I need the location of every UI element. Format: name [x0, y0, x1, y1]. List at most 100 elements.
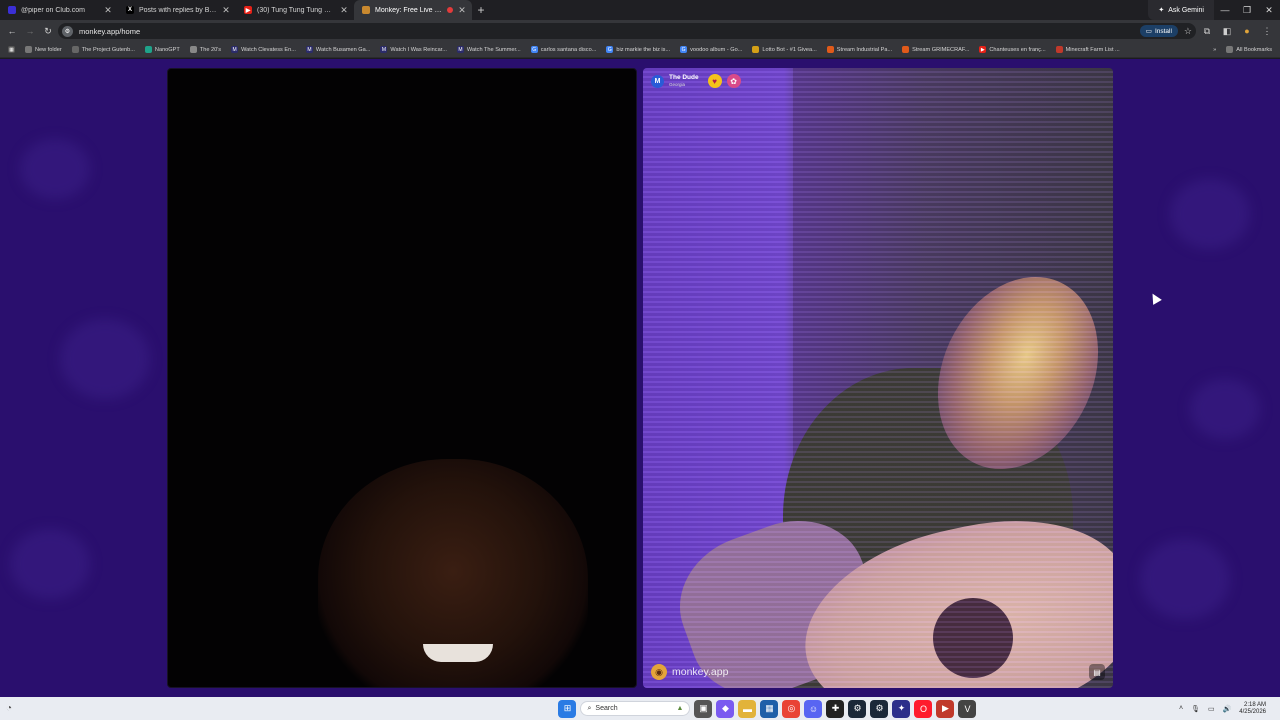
apps-grid-icon[interactable]: ▦: [4, 43, 19, 57]
google-icon: G: [530, 46, 538, 53]
m-icon: M: [305, 46, 313, 53]
side-panel-icon[interactable]: ◧: [1218, 26, 1236, 37]
app-icon[interactable]: ✦: [892, 699, 911, 718]
file-explorer-icon[interactable]: ▬: [738, 699, 757, 718]
bookmark-label: Lotto Bot - #1 Givea...: [762, 46, 817, 53]
opera-icon[interactable]: O: [914, 699, 933, 718]
monkey-icon: [362, 6, 370, 14]
chevron-up-icon[interactable]: ˄: [1179, 705, 1183, 712]
bookmark-label: Watch I Was Reincar...: [390, 46, 447, 53]
widgets-icon[interactable]: ◔: [6, 703, 26, 714]
bookmark-item[interactable]: M Watch The Summer...: [453, 43, 525, 57]
monkey-page: M The Dude Georgia ♥ ✿ ◉ monkey.app ▤: [0, 59, 1280, 697]
forward-button[interactable]: →: [22, 23, 38, 39]
menu-icon[interactable]: ⋮: [1258, 26, 1276, 37]
close-tab-icon[interactable]: ✕: [458, 5, 466, 15]
steam-icon[interactable]: ⚙: [870, 699, 889, 718]
background-blob: [60, 319, 150, 399]
bookmark-star-icon[interactable]: ☆: [1184, 26, 1192, 37]
copilot-icon[interactable]: ◆: [716, 699, 735, 718]
bookmark-label: carlos santana disco...: [540, 46, 597, 53]
tab-youtube[interactable]: ▶ (30) Tung Tung Tung Sahur - Y... ✕: [236, 0, 354, 20]
restore-button[interactable]: ❐: [1236, 0, 1258, 20]
search-highlight-icon: ▲: [676, 705, 684, 712]
extensions-icon[interactable]: ⧉: [1198, 26, 1216, 37]
avatar[interactable]: M: [651, 74, 664, 88]
tab-club[interactable]: @piper on Club.com ✕: [0, 0, 118, 20]
tab-monkey[interactable]: Monkey: Free Live Video Ch... ✕: [354, 0, 472, 20]
bookmark-item[interactable]: Gvoodoo album - Go...: [676, 43, 746, 57]
bookmark-label: Stream GRIMECRAF...: [912, 46, 970, 53]
background-blob: [10, 529, 90, 599]
heart-badge-icon[interactable]: ♥: [707, 74, 722, 88]
bookmark-item[interactable]: M Watch I Was Reincar...: [376, 43, 450, 57]
bookmark-item[interactable]: The Project Gutenb...: [68, 43, 139, 57]
bookmark-item[interactable]: Stream GRIMECRAF...: [898, 43, 973, 57]
video-scanlines: [643, 68, 1113, 688]
microphone-icon[interactable]: 🎙: [1191, 705, 1200, 713]
steam-icon[interactable]: ⚙: [848, 699, 867, 718]
bookmark-item[interactable]: The 20's: [186, 43, 225, 57]
bookmark-item[interactable]: Gcarlos santana disco...: [527, 43, 601, 57]
minimize-button[interactable]: —: [1214, 0, 1236, 20]
ask-gemini-button[interactable]: ✦ Ask Gemini: [1148, 0, 1214, 20]
bookmark-label: biz markie the biz is...: [616, 46, 671, 53]
bookmark-item[interactable]: Lotto Bot - #1 Givea...: [748, 43, 820, 57]
chat-icon[interactable]: ▤: [1089, 664, 1105, 680]
bookmark-label: NanoGPT: [154, 46, 180, 53]
store-icon[interactable]: ▦: [760, 699, 779, 718]
taskbar-search[interactable]: ⌕ Search ▲: [580, 701, 691, 716]
network-icon[interactable]: ▭: [1208, 705, 1215, 713]
media-player-icon[interactable]: ▶: [936, 699, 955, 718]
tab-title: @piper on Club.com: [21, 6, 85, 14]
chrome-icon[interactable]: ◎: [782, 699, 801, 718]
bookmarks-overflow-icon[interactable]: »: [1209, 43, 1220, 57]
tab-title: Monkey: Free Live Video Ch...: [375, 6, 442, 14]
bookmark-item[interactable]: Minecraft Farm List ...: [1052, 43, 1124, 57]
bookmark-item[interactable]: ▶ Chanteuses en franç...: [975, 43, 1049, 57]
local-user-smile: [423, 644, 493, 662]
reload-button[interactable]: ↻: [40, 23, 56, 39]
remote-user-location: Georgia: [669, 81, 686, 87]
background-blob: [1140, 539, 1230, 619]
app-icon[interactable]: V: [958, 699, 977, 718]
close-tab-icon[interactable]: ✕: [104, 5, 112, 15]
bookmark-item[interactable]: NanoGPT: [141, 43, 184, 57]
install-app-button[interactable]: ▭ Install: [1139, 25, 1178, 37]
m-icon: M: [380, 46, 388, 53]
bookmark-label: The Project Gutenb...: [81, 46, 135, 53]
youtube-icon: ▶: [979, 46, 987, 53]
profile-icon[interactable]: ●: [1238, 26, 1256, 36]
monkey-watermark: ◉ monkey.app: [651, 664, 728, 680]
taskbar-search-label: Search: [595, 705, 618, 712]
close-tab-icon[interactable]: ✕: [340, 5, 348, 15]
background-blob: [20, 139, 90, 199]
taskbar-apps: ⊞ ⌕ Search ▲ ▣ ◆ ▬ ▦ ◎ ☺ ✚ ⚙ ⚙ ✦ O ▶ V: [26, 699, 1179, 718]
site-info-icon[interactable]: ⚙: [62, 25, 73, 37]
reaction-badge-icon[interactable]: ✿: [726, 74, 741, 88]
task-view-icon[interactable]: ▣: [694, 699, 713, 718]
all-bookmarks-button[interactable]: All Bookmarks: [1222, 43, 1276, 57]
bookmark-item[interactable]: M Watch Busamen Ga...: [302, 43, 375, 57]
start-icon[interactable]: ⊞: [558, 699, 577, 718]
back-button[interactable]: ←: [4, 23, 20, 39]
all-bookmarks-label: All Bookmarks: [1236, 46, 1272, 53]
close-tab-icon[interactable]: ✕: [222, 5, 230, 15]
m-icon: M: [456, 46, 464, 53]
globe-icon: [189, 46, 197, 53]
tab-x-posts[interactable]: X Posts with replies by Bijan Teh... ✕: [118, 0, 236, 20]
address-bar[interactable]: ⚙ monkey.app/home ▭ Install ☆: [58, 23, 1196, 39]
new-tab-button[interactable]: +: [472, 0, 490, 20]
system-clock[interactable]: 2:18 AM 4/25/2026: [1239, 702, 1266, 716]
bookmark-item[interactable]: M Watch Clevatess En...: [227, 43, 300, 57]
volume-icon[interactable]: 🔊: [1223, 705, 1232, 713]
clock-date: 4/25/2026: [1239, 708, 1266, 715]
window-close-button[interactable]: ✕: [1258, 0, 1280, 20]
install-icon: ▭: [1145, 28, 1152, 35]
bookmark-item[interactable]: New folder: [21, 43, 66, 57]
remote-user-badge[interactable]: M The Dude Georgia ♥ ✿: [651, 74, 741, 88]
bookmark-item[interactable]: Stream Industrial Pa...: [823, 43, 896, 57]
app-icon[interactable]: ✚: [826, 699, 845, 718]
bookmark-item[interactable]: Gbiz markie the biz is...: [602, 43, 674, 57]
discord-icon[interactable]: ☺: [804, 699, 823, 718]
